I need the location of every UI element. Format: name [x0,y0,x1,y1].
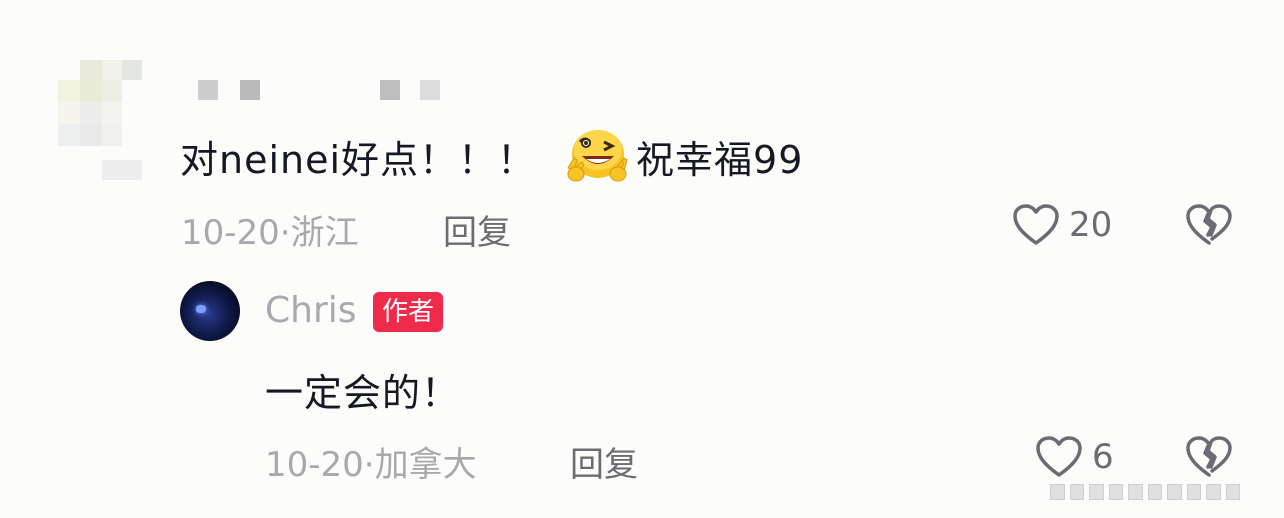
author-avatar[interactable] [180,281,240,341]
author-badge: 作者 [373,292,444,332]
reply-text: 一定会的！ [265,371,461,415]
meta-dot: · [279,213,291,253]
comment-like-count: 20 [1069,205,1113,245]
comment-text-part1: 对neinei好点！！！ [180,137,537,182]
watermark-block [1147,484,1162,500]
watermark-block [1186,484,1201,500]
author-name[interactable]: Chris [265,290,357,331]
grinning-wink-emoji-icon [567,130,628,182]
watermark-block [1128,484,1143,500]
meta-dot: · [363,445,375,485]
avatar-mosaic[interactable] [58,60,142,180]
heart-icon[interactable] [1035,435,1083,479]
watermark-block [1050,484,1065,500]
reply-meta: 10-20·加拿大 [265,437,477,486]
watermark-block [1225,484,1240,500]
comment-thread: 对neinei好点！！！ 祝幸福99 10-20·浙江 回复 20 Chris … [0,0,1284,518]
comment-location: 浙江 [290,213,359,253]
reply-like-count: 6 [1092,437,1114,477]
watermark-block [1206,484,1221,500]
comment-reply-button[interactable]: 回复 [443,205,511,254]
watermark-block [1167,484,1182,500]
broken-heart-icon[interactable] [1185,435,1233,479]
reply-reply-button[interactable]: 回复 [570,437,638,486]
reply-location: 加拿大 [374,445,477,485]
watermark-mosaic [1050,484,1240,504]
watermark-block [1069,484,1084,500]
watermark-block [1089,484,1104,500]
username-mosaic[interactable] [198,80,458,102]
reply-date: 10-20 [265,445,364,485]
broken-heart-icon[interactable] [1185,203,1233,247]
heart-icon[interactable] [1012,203,1060,247]
watermark-block [1108,484,1123,500]
comment-text-part2: 祝幸福99 [636,137,804,182]
comment-text: 对neinei好点！！！ 祝幸福99 [180,128,803,184]
comment-meta: 10-20·浙江 [181,205,359,254]
comment-date: 10-20 [181,213,280,253]
avatar-highlight [196,305,206,313]
